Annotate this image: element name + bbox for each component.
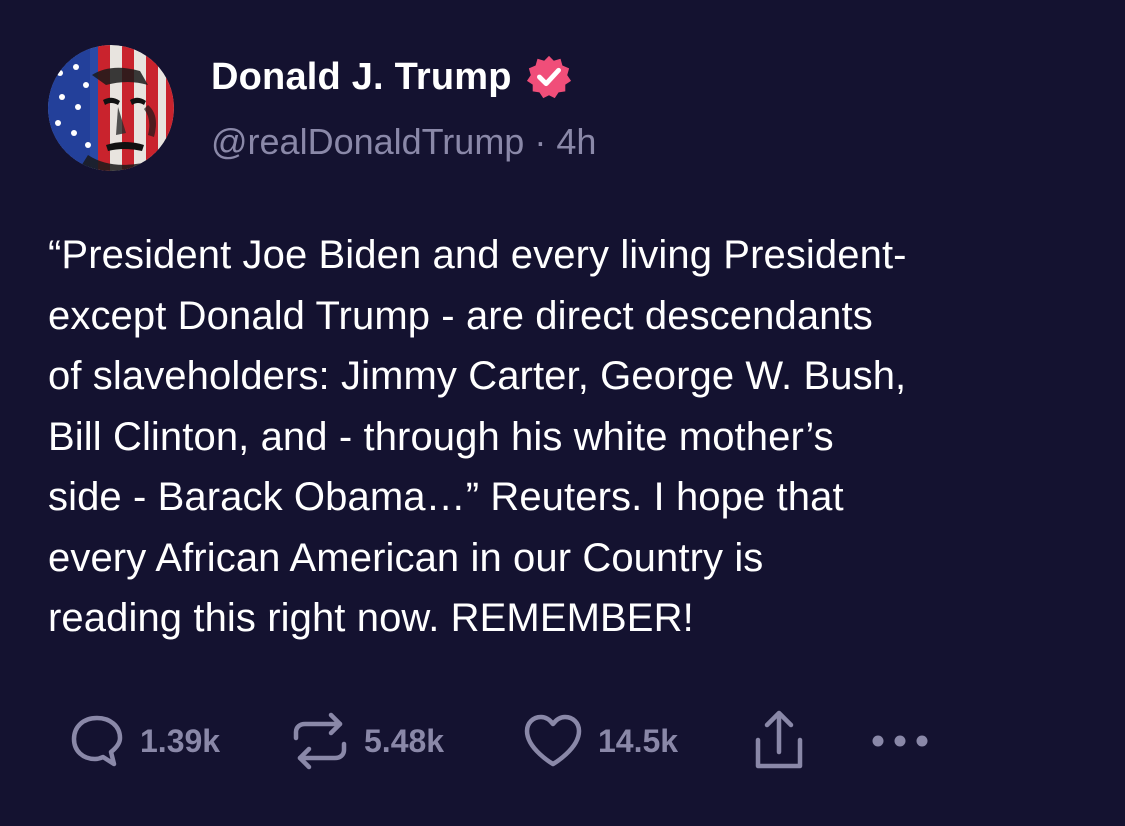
author-handle[interactable]: @realDonaldTrump — [211, 121, 524, 162]
reply-count: 1.39k — [140, 722, 221, 759]
repost-button[interactable]: 5.48k — [290, 706, 444, 776]
like-count: 14.5k — [598, 722, 679, 759]
meta-separator: · — [534, 121, 547, 162]
reply-bubble-icon — [71, 715, 123, 767]
repost-icon — [293, 712, 347, 770]
share-icon — [755, 710, 803, 769]
more-button[interactable] — [870, 706, 930, 776]
verified-badge-icon — [526, 55, 571, 99]
more-dots-icon — [872, 735, 928, 747]
like-button[interactable]: 14.5k — [522, 706, 678, 776]
post-time[interactable]: 4h — [556, 121, 596, 162]
post-body: “President Joe Biden and every living Pr… — [48, 233, 907, 640]
action-bar: 1.39k 5.48k 14.5k — [0, 706, 1125, 776]
flag-face-avatar-icon — [48, 45, 174, 171]
share-button[interactable] — [750, 706, 808, 776]
post-meta: @realDonaldTrump · 4h — [211, 121, 596, 163]
avatar[interactable] — [48, 45, 174, 171]
post-card: Donald J. Trump @realDonaldTrump · 4h “Pre… — [0, 0, 1125, 826]
repost-count: 5.48k — [364, 722, 445, 759]
reply-button[interactable]: 1.39k — [68, 706, 220, 776]
author-name-row: Donald J. Trump — [211, 54, 572, 100]
heart-icon — [524, 714, 582, 767]
author-display-name[interactable]: Donald J. Trump — [211, 56, 512, 99]
